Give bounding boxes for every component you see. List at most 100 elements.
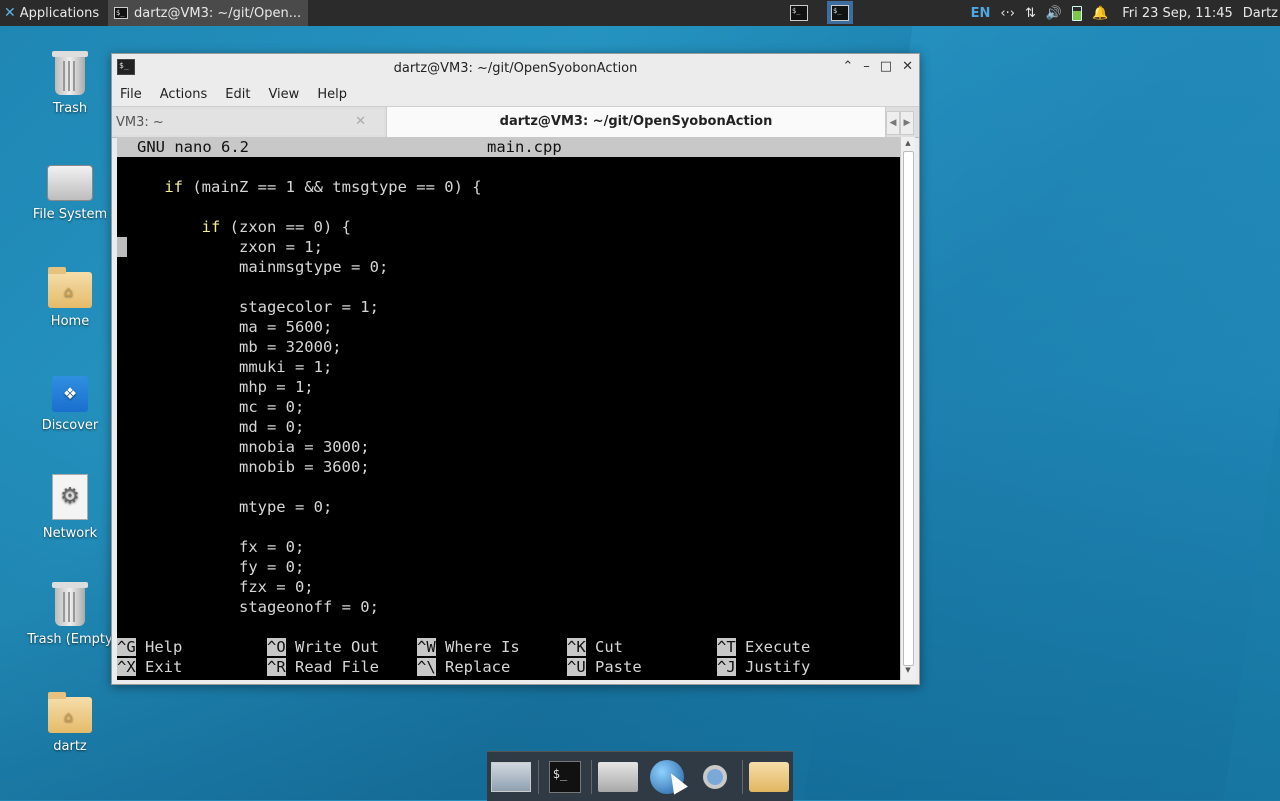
nano-header: GNU nano 6.2 main.cpp <box>117 137 900 157</box>
menu-actions[interactable]: Actions <box>158 87 210 102</box>
shortcut-key: ^R <box>267 658 286 676</box>
shortcut-label: Write Out <box>295 638 380 656</box>
menu-help[interactable]: Help <box>315 87 349 102</box>
code-line[interactable]: if (zxon == 0) { <box>127 217 351 237</box>
code-line[interactable]: mnobib = 3600; <box>127 457 370 477</box>
code-line[interactable]: fy = 0; <box>127 557 304 577</box>
dock-show-desktop[interactable] <box>489 755 534 799</box>
terminal-icon: $_ <box>548 760 581 793</box>
battery-icon[interactable] <box>1072 5 1083 21</box>
desktop-icon-label: File System <box>32 207 108 222</box>
code-line[interactable]: mhp = 1; <box>127 377 314 397</box>
code-line[interactable]: mb = 32000; <box>127 337 342 357</box>
desktop-icon-trash-empty[interactable]: Trash (Empty <box>25 582 115 647</box>
shortcut-label: Read File <box>295 658 380 676</box>
desktop-icon-label: dartz <box>53 739 87 754</box>
code-line[interactable]: mainmsgtype = 0; <box>127 257 388 277</box>
dock-separator <box>537 759 539 794</box>
shortcut-key: ^X <box>117 658 136 676</box>
desktop-icon-file-system[interactable]: File System <box>25 165 115 222</box>
shopping-bag-icon: ❖ <box>52 376 88 412</box>
code-line[interactable]: fx = 0; <box>127 537 304 557</box>
code-line[interactable]: stagecolor = 1; <box>127 297 379 317</box>
code-line[interactable]: stageonoff = 0; <box>127 597 379 617</box>
code-line[interactable]: ma = 5600; <box>127 317 332 337</box>
shortcut-justify[interactable]: ^J Justify <box>717 657 810 677</box>
shortcut-label: Paste <box>595 658 642 676</box>
tab-vm3-home[interactable]: VM3: ~ ✕ <box>112 109 384 135</box>
shortcut-key: ^\ <box>417 658 436 676</box>
desktop-icon <box>491 761 532 792</box>
code-line[interactable]: mmuki = 1; <box>127 357 332 377</box>
menu-file[interactable]: File <box>118 87 144 102</box>
shortcut-cut[interactable]: ^K Cut <box>567 637 623 657</box>
shortcut-paste[interactable]: ^U Paste <box>567 657 642 677</box>
code-line[interactable]: mtype = 0; <box>127 497 332 517</box>
tab-scroll-left-icon[interactable]: ◀ <box>886 111 900 135</box>
window-titlebar[interactable]: $_ dartz@VM3: ~/git/OpenSyobonAction ⌃ –… <box>112 54 919 82</box>
network-arrows-icon[interactable]: ‹·› <box>1000 6 1015 21</box>
menu-edit[interactable]: Edit <box>223 87 252 102</box>
desktop-icon-discover[interactable]: ❖ Discover <box>25 376 115 433</box>
bottom-dock: $_ <box>487 751 793 801</box>
user-menu[interactable]: Dartz <box>1243 6 1278 21</box>
workspace-1-button[interactable]: $_ <box>786 1 812 24</box>
scroll-down-icon[interactable]: ▼ <box>901 666 915 678</box>
close-icon[interactable]: ✕ <box>902 59 913 74</box>
scroll-up-icon[interactable]: ▲ <box>901 139 915 151</box>
code-line[interactable]: md = 0; <box>127 417 304 437</box>
notification-bell-icon[interactable]: 🔔 <box>1092 6 1108 21</box>
network-updown-icon[interactable]: ⇅ <box>1025 6 1036 21</box>
shortcut-write-out[interactable]: ^O Write Out <box>267 637 379 657</box>
desktop-icon-user-home[interactable]: ⌂ dartz <box>25 692 115 754</box>
shortcut-exit[interactable]: ^X Exit <box>117 657 182 677</box>
shortcut-execute[interactable]: ^T Execute <box>717 637 810 657</box>
dock-app-finder[interactable] <box>693 755 738 799</box>
maximize-icon[interactable]: □ <box>880 59 892 74</box>
window-title: dartz@VM3: ~/git/OpenSyobonAction <box>393 61 638 76</box>
desktop-icon-network[interactable]: ⚙ Network <box>25 474 115 541</box>
dock-terminal[interactable]: $_ <box>542 755 587 799</box>
taskbar-window-label: dartz@VM3: ~/git/Open... <box>134 5 302 21</box>
shortcut-help[interactable]: ^G Help <box>117 637 182 657</box>
terminal-icon: $_ <box>831 4 849 21</box>
code-line[interactable]: fzx = 0; <box>127 577 314 597</box>
shortcut-read-file[interactable]: ^R Read File <box>267 657 379 677</box>
shade-icon[interactable]: ⌃ <box>842 59 853 74</box>
tab-label: VM3: ~ <box>116 115 164 130</box>
xfce-logo-icon: ✕ <box>4 5 16 21</box>
shortcut-key: ^G <box>117 638 136 656</box>
terminal-content[interactable]: GNU nano 6.2 main.cpp if (mainZ == 1 && … <box>117 137 900 680</box>
minimize-icon[interactable]: – <box>863 59 870 74</box>
volume-icon[interactable]: 🔊 <box>1046 6 1062 21</box>
desktop-icon-home[interactable]: ⌂ Home <box>25 267 115 329</box>
tab-scroll-right-icon[interactable]: ▶ <box>900 111 914 135</box>
menu-view[interactable]: View <box>266 87 301 102</box>
nano-shortcut-bar: ^G Help ^O Write Out ^W Where Is ^K Cut … <box>117 637 900 677</box>
tab-opensyobonaction[interactable]: dartz@VM3: ~/git/OpenSyobonAction <box>386 107 886 137</box>
text-cursor <box>117 237 127 257</box>
dock-folder[interactable] <box>746 755 791 799</box>
code-line[interactable]: mc = 0; <box>127 397 304 417</box>
close-tab-icon[interactable]: ✕ <box>355 114 366 129</box>
code-line[interactable]: zxon = 1; <box>127 237 323 257</box>
code-line[interactable]: mnobia = 3000; <box>127 437 370 457</box>
scrollbar-thumb[interactable] <box>903 151 914 666</box>
home-folder-icon <box>598 761 639 792</box>
desktop-icon-label: Trash (Empty <box>27 632 113 647</box>
terminal-scrollbar[interactable]: ▲ ▼ <box>900 137 915 680</box>
workspace-2-button[interactable]: $_ <box>827 1 853 24</box>
shortcut-where-is[interactable]: ^W Where Is <box>417 637 520 657</box>
tab-bar: VM3: ~ ✕ dartz@VM3: ~/git/OpenSyobonActi… <box>112 106 919 138</box>
clock[interactable]: Fri 23 Sep, 11:45 <box>1122 6 1233 21</box>
code-line[interactable]: if (mainZ == 1 && tmsgtype == 0) { <box>127 177 481 197</box>
shortcut-key: ^O <box>267 638 286 656</box>
keyboard-layout-indicator[interactable]: EN <box>971 6 991 21</box>
dock-file-manager[interactable] <box>596 755 641 799</box>
desktop-icon-trash[interactable]: Trash <box>25 51 115 116</box>
applications-menu-button[interactable]: ✕ Applications <box>0 0 99 26</box>
trash-icon <box>52 51 88 95</box>
keyword-token: if <box>201 218 221 236</box>
shortcut-replace[interactable]: ^\ Replace <box>417 657 510 677</box>
taskbar-window-button[interactable]: $_ dartz@VM3: ~/git/Open... <box>108 0 308 26</box>
